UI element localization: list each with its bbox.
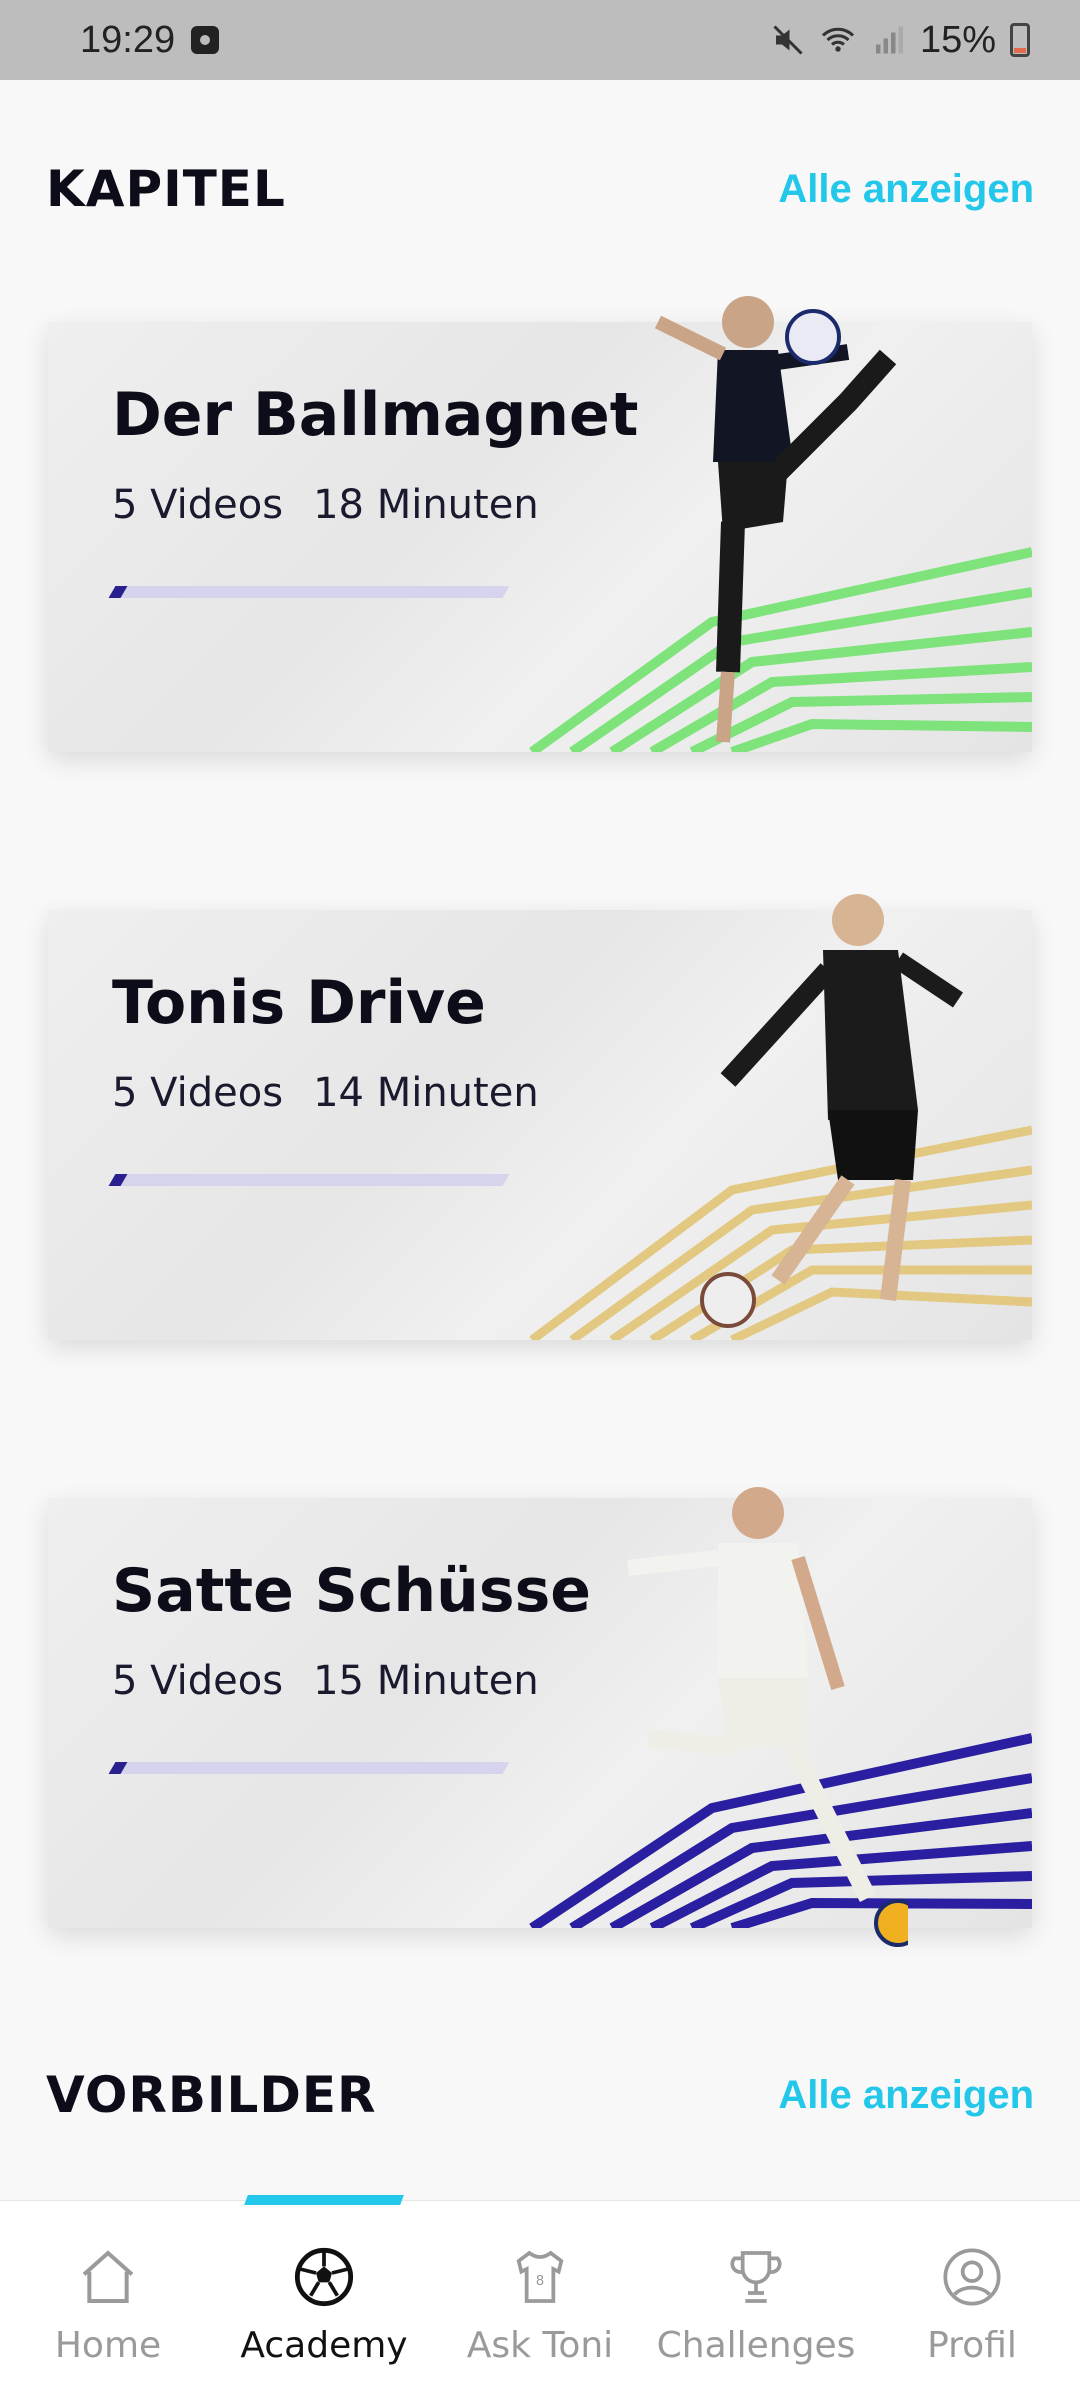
card-title: Der Ballmagnet xyxy=(112,380,639,450)
home-icon xyxy=(82,2250,134,2303)
chapter-card-ballmagnet[interactable]: Der Ballmagnet 5 Videos 18 Minuten xyxy=(48,296,1032,752)
card-video-count: 5 Videos xyxy=(112,1658,284,1704)
section-title-kapitel: KAPITEL xyxy=(46,160,286,218)
jersey-icon: 8 xyxy=(516,2250,564,2303)
chapter-card-satte-schuesse[interactable]: Satte Schüsse 5 Videos 15 Minuten xyxy=(48,1487,1032,1947)
soccer-ball-icon xyxy=(294,2247,354,2307)
vorbilder-header: VORBILDER Alle anzeigen xyxy=(46,2066,1034,2124)
kapitel-header: KAPITEL Alle anzeigen xyxy=(46,160,1034,218)
card-meta: 5 Videos 14 Minuten xyxy=(112,1070,539,1116)
chapter-card-tonis-drive[interactable]: Tonis Drive 5 Videos 14 Minuten xyxy=(48,894,1032,1340)
nav-label: Academy xyxy=(240,2325,408,2366)
nav-label: Ask Toni xyxy=(466,2325,614,2366)
nav-academy[interactable]: Academy xyxy=(216,2201,432,2400)
vorbilder-show-all-link[interactable]: Alle anzeigen xyxy=(778,2073,1034,2118)
battery-icon xyxy=(1010,23,1030,57)
signal-icon xyxy=(875,26,903,54)
kapitel-show-all-link[interactable]: Alle anzeigen xyxy=(778,167,1034,212)
card-progress-bar xyxy=(104,1762,510,1774)
card-title: Satte Schüsse xyxy=(112,1556,591,1626)
player-image xyxy=(654,296,897,743)
section-title-vorbilder: VORBILDER xyxy=(46,2066,377,2124)
nav-label: Profil xyxy=(927,2325,1017,2366)
nav-home[interactable]: Home xyxy=(0,2201,216,2400)
status-time: 19:29 xyxy=(80,18,176,61)
nav-label: Challenges xyxy=(656,2325,856,2366)
progress-track xyxy=(110,586,510,598)
player-image xyxy=(700,894,963,1328)
active-tab-indicator xyxy=(244,2195,404,2205)
svg-text:8: 8 xyxy=(536,2274,544,2289)
status-left: 19:29 xyxy=(80,18,220,62)
profile-icon xyxy=(943,2248,1001,2306)
card-meta: 5 Videos 18 Minuten xyxy=(112,482,539,528)
mute-icon xyxy=(773,25,803,55)
card-duration: 18 Minuten xyxy=(313,482,539,528)
status-bar: 19:29 15% xyxy=(0,0,1080,80)
card-video-count: 5 Videos xyxy=(112,1070,284,1116)
nav-ask-toni[interactable]: 8 Ask Toni xyxy=(432,2201,648,2400)
nav-profil[interactable]: Profil xyxy=(864,2201,1080,2400)
card-title: Tonis Drive xyxy=(112,968,486,1038)
bottom-navigation: Home Academy 8 Ask Toni Challenges Profi xyxy=(0,2195,1080,2400)
notification-app-icon xyxy=(191,26,220,54)
trophy-icon xyxy=(730,2251,782,2303)
battery-percent: 15% xyxy=(919,18,996,61)
player-image xyxy=(627,1487,908,1947)
status-right: 15% xyxy=(770,19,1030,62)
card-progress-bar xyxy=(104,586,510,598)
progress-track xyxy=(110,1174,510,1186)
card-duration: 15 Minuten xyxy=(313,1658,539,1704)
card-meta: 5 Videos 15 Minuten xyxy=(112,1658,539,1704)
card-video-count: 5 Videos xyxy=(112,482,284,528)
card-progress-bar xyxy=(104,1174,510,1186)
card-duration: 14 Minuten xyxy=(313,1070,539,1116)
wifi-icon xyxy=(821,27,855,52)
nav-label: Home xyxy=(54,2325,162,2366)
nav-challenges[interactable]: Challenges xyxy=(648,2201,864,2400)
progress-track xyxy=(110,1762,510,1774)
